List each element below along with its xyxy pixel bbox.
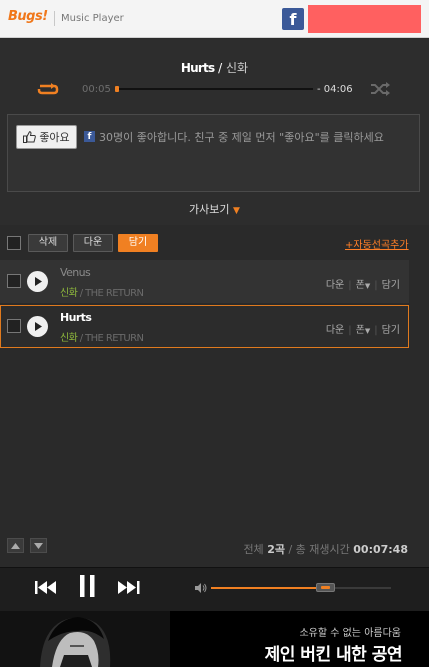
track-download-link[interactable]: 다운: [326, 280, 344, 291]
progress-handle[interactable]: [115, 86, 119, 92]
repeat-icon[interactable]: [36, 82, 60, 96]
move-down-button[interactable]: [30, 538, 47, 553]
banner-photo: [0, 611, 170, 667]
track-get-link[interactable]: 담기: [382, 280, 400, 291]
next-track-icon[interactable]: [117, 580, 140, 595]
arrow-down-icon: [34, 542, 43, 549]
track-artist[interactable]: 신화: [60, 333, 78, 344]
now-playing-title: Hurts: [180, 61, 215, 75]
lyrics-toggle-label: 가사보기: [189, 203, 230, 216]
now-playing-separator: /: [214, 61, 226, 75]
volume-icon[interactable]: [195, 583, 207, 593]
progress-track[interactable]: [117, 88, 313, 90]
track-meta: 신화 / THE RETURN: [60, 284, 144, 299]
thumbs-up-icon: [23, 131, 37, 143]
play-icon[interactable]: [27, 271, 48, 292]
track-actions: 다운 | 폰▼ | 담기: [325, 325, 400, 336]
pause-icon[interactable]: [80, 575, 95, 597]
playback-controls: [0, 567, 429, 611]
playlist-summary: 전체 2곡 / 총 재생시간 00:07:48: [243, 541, 408, 557]
auto-add-link[interactable]: +자동선곡추가: [345, 236, 409, 251]
facebook-small-icon: f: [84, 131, 95, 142]
track-download-link[interactable]: 다운: [326, 325, 344, 336]
track-phone-link[interactable]: 폰: [356, 325, 365, 336]
time-remaining: - 04:06: [317, 84, 353, 95]
header-highlight-box: [308, 5, 421, 33]
summary-total-time: 00:07:48: [353, 543, 408, 556]
track-album[interactable]: / THE RETURN: [77, 333, 144, 344]
now-playing-line: Hurts / 신화: [0, 59, 429, 76]
track-checkbox[interactable]: [7, 274, 21, 288]
now-playing-artist[interactable]: 신화: [226, 61, 248, 75]
track-row-playing[interactable]: Hurts 신화 / THE RETURN 다운 | 폰▼ | 담기: [0, 305, 409, 348]
get-button[interactable]: 담기: [118, 234, 158, 252]
app-name: Music Player: [61, 13, 124, 24]
banner-subtitle: 소유할 수 없는 아름다움: [299, 628, 401, 639]
caret-down-icon: ▼: [233, 206, 240, 216]
summary-total-label: 전체: [243, 543, 268, 556]
shuffle-icon[interactable]: [369, 81, 391, 97]
summary-time-label: / 총 재생시간: [284, 543, 354, 556]
select-all-checkbox[interactable]: [7, 236, 21, 250]
track-row[interactable]: Venus 신화 / THE RETURN 다운 | 폰▼ | 담기: [0, 260, 409, 303]
track-album[interactable]: / THE RETURN: [77, 288, 144, 299]
download-button[interactable]: 다운: [73, 234, 113, 252]
previous-track-icon[interactable]: [35, 580, 58, 595]
like-button[interactable]: 좋아요: [16, 125, 77, 149]
like-count-text: 30명이 좋아합니다. 친구 중 제일 먼저 "좋아요"를 클릭하세요: [99, 131, 384, 144]
arrow-up-icon: [11, 542, 20, 549]
delete-button[interactable]: 삭제: [28, 234, 68, 252]
volume-handle[interactable]: [316, 583, 335, 592]
track-get-link[interactable]: 담기: [382, 325, 400, 336]
bugs-logo[interactable]: Bugs!: [8, 9, 48, 24]
track-meta: 신화 / THE RETURN: [60, 329, 144, 344]
track-actions: 다운 | 폰▼ | 담기: [325, 280, 400, 291]
volume-fill: [211, 587, 325, 589]
facebook-icon[interactable]: f: [282, 8, 304, 30]
track-checkbox[interactable]: [7, 319, 21, 333]
play-icon[interactable]: [27, 316, 48, 337]
move-up-button[interactable]: [7, 538, 24, 553]
track-phone-link[interactable]: 폰: [356, 280, 365, 291]
track-artist[interactable]: 신화: [60, 288, 78, 299]
summary-track-count: 2곡: [267, 543, 285, 556]
like-button-label: 좋아요: [39, 131, 70, 144]
track-title[interactable]: Venus: [60, 266, 91, 279]
track-title[interactable]: Hurts: [60, 311, 92, 324]
banner-title: 제인 버킨 내한 공연: [264, 645, 403, 665]
header-divider: [54, 11, 55, 26]
lyrics-toggle[interactable]: 가사보기 ▼: [0, 201, 429, 217]
time-elapsed: 00:05: [82, 84, 111, 95]
